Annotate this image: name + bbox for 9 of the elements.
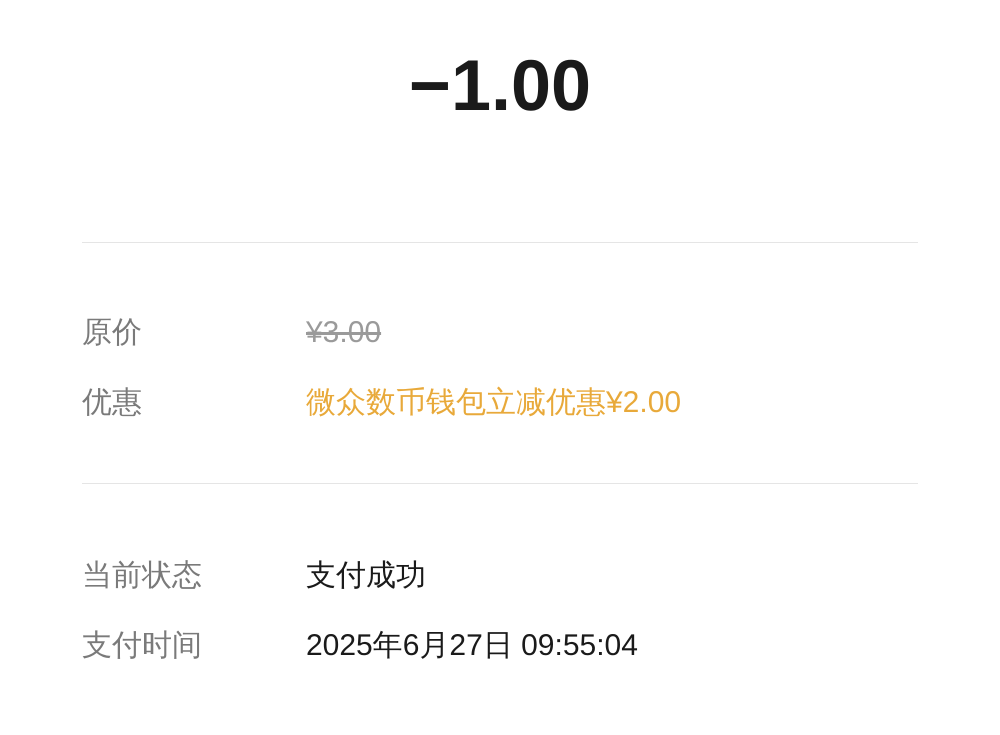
payment-amount: −1.00 bbox=[408, 50, 592, 122]
row-label: 当前状态 bbox=[82, 558, 203, 594]
row-label: 支付时间 bbox=[82, 628, 203, 664]
row-value: 2025年6月27日 09:55:04 bbox=[306, 628, 638, 664]
row-value: 微众数币钱包立减优惠¥2.00 bbox=[306, 385, 682, 421]
row-label: 原价 bbox=[82, 315, 143, 351]
row-value: 支付成功 bbox=[306, 558, 426, 594]
row-value: ¥3.00 bbox=[306, 315, 382, 351]
row-label: 优惠 bbox=[82, 385, 143, 421]
